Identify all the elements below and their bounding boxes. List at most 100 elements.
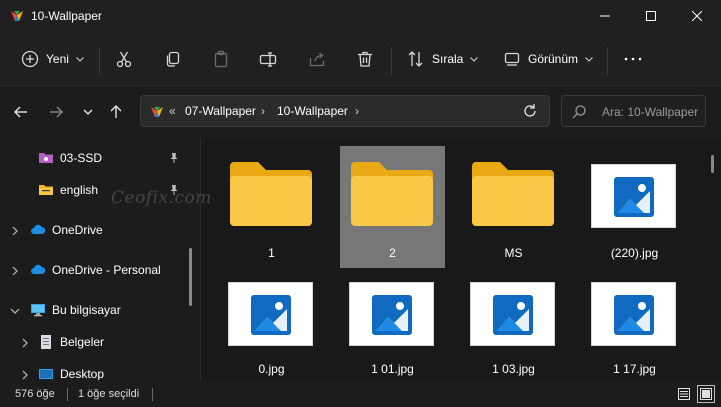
item-count: 576 öğe (15, 388, 55, 400)
sidebar-item-onedrive-personal[interactable]: OneDrive - Personal (0, 256, 188, 284)
rename-button[interactable] (259, 45, 277, 73)
sort-button[interactable]: Sırala (407, 45, 479, 73)
folder-icon (351, 162, 433, 226)
file-name: 1 01.jpg (371, 362, 414, 376)
delete-button[interactable] (356, 45, 374, 73)
view-button[interactable]: Görünüm (503, 45, 593, 73)
sidebar-item-label: OneDrive - Personal (52, 263, 161, 277)
image-file-icon (493, 295, 533, 335)
delete-icon (358, 51, 372, 67)
large-icons-view-icon (700, 388, 712, 400)
chevron-down-icon (470, 56, 479, 62)
file-item-image-1-17[interactable]: 1 17.jpg (582, 276, 687, 380)
copy-icon (166, 51, 180, 67)
watermark-text: Ceofix.com (111, 188, 212, 208)
breadcrumb-item-10-wallpaper[interactable]: 10-Wallpaper (277, 104, 348, 118)
folder-icon (472, 162, 554, 226)
recent-locations-button[interactable] (78, 102, 98, 122)
file-item-folder-1[interactable]: 1 (219, 146, 324, 268)
toolbar-separator (607, 47, 608, 75)
details-view-icon (678, 388, 690, 400)
file-item-folder-2[interactable]: 2 (340, 146, 445, 268)
file-item-image-0[interactable]: 0.jpg (219, 276, 324, 380)
new-button-label: Yeni (46, 52, 69, 66)
view-button-label: Görünüm (528, 52, 579, 66)
breadcrumb-item-07-wallpaper[interactable]: 07-Wallpaper (185, 104, 256, 118)
minimize-icon (600, 15, 610, 17)
sidebar-item-label: Bu bilgisayar (52, 303, 121, 317)
share-icon (309, 52, 325, 67)
image-file-icon (614, 177, 654, 217)
title-bar[interactable]: 10-Wallpaper (0, 0, 721, 32)
file-name: 2 (389, 246, 396, 260)
breadcrumb-overflow[interactable]: « (169, 104, 176, 118)
pin-icon (170, 153, 178, 163)
image-thumbnail (228, 282, 313, 346)
cut-button[interactable] (115, 45, 133, 73)
navigation-pane[interactable]: 03-SSD english OneDrive OneDrive - Perso… (0, 138, 200, 380)
command-bar: Yeni Sırala Görünüm (0, 32, 721, 86)
documents-icon (41, 335, 51, 349)
back-button[interactable] (11, 102, 31, 122)
file-item-folder-ms[interactable]: MS (461, 146, 566, 268)
chevron-down-icon (585, 56, 593, 62)
file-name: 0.jpg (258, 362, 285, 376)
breadcrumb-separator[interactable]: › (261, 104, 265, 118)
cloud-icon (31, 264, 46, 274)
new-button[interactable]: Yeni (21, 45, 84, 73)
file-item-image-1-03[interactable]: 1 03.jpg (461, 276, 566, 380)
computer-icon (31, 304, 45, 317)
large-icons-view-button[interactable] (697, 385, 715, 403)
up-arrow-icon (110, 105, 122, 118)
up-button[interactable] (106, 102, 126, 122)
rename-icon (259, 52, 277, 67)
sidebar-item-desktop[interactable]: Desktop (0, 360, 188, 380)
sidebar-item-onedrive[interactable]: OneDrive (0, 216, 188, 244)
maximize-button[interactable] (628, 0, 674, 32)
details-view-button[interactable] (675, 385, 693, 403)
breadcrumb-separator[interactable]: › (355, 104, 359, 118)
sidebar-item-label: 03-SSD (60, 151, 103, 165)
collapse-chevron-icon[interactable] (10, 305, 20, 315)
image-file-icon (614, 295, 654, 335)
sidebar-scrollbar[interactable] (189, 248, 192, 306)
folder-icon (230, 162, 312, 226)
content-scrollbar[interactable] (711, 155, 714, 173)
sidebar-item-label: english (60, 183, 99, 197)
sidebar-item-label: OneDrive (52, 223, 103, 237)
address-bar[interactable]: « 07-Wallpaper › 10-Wallpaper › (140, 95, 550, 127)
more-options-button[interactable] (623, 45, 643, 73)
file-item-image-220[interactable]: (220).jpg (582, 146, 687, 268)
paste-icon (214, 50, 228, 68)
share-button[interactable] (308, 45, 326, 73)
file-name: MS (504, 246, 523, 260)
toolbar-separator (391, 47, 392, 75)
file-item-image-1-01[interactable]: 1 01.jpg (340, 276, 445, 380)
image-thumbnail (591, 164, 676, 228)
image-file-icon (372, 295, 412, 335)
copy-button[interactable] (164, 45, 182, 73)
file-explorer-app-icon (11, 11, 23, 21)
sidebar-item-this-pc[interactable]: Bu bilgisayar (0, 296, 188, 324)
toolbar-separator (99, 47, 100, 75)
expand-chevron-icon[interactable] (20, 369, 30, 380)
forward-button[interactable] (46, 102, 66, 122)
refresh-button[interactable] (520, 101, 540, 121)
desktop-icon (39, 369, 53, 379)
sidebar-item-label: Belgeler (60, 335, 105, 349)
expand-chevron-icon[interactable] (10, 225, 20, 236)
status-separator (67, 388, 68, 401)
cut-icon (116, 51, 132, 68)
paste-button[interactable] (212, 45, 230, 73)
expand-chevron-icon[interactable] (20, 337, 30, 348)
expand-chevron-icon[interactable] (10, 265, 20, 276)
sidebar-item-belgeler[interactable]: Belgeler (0, 328, 188, 356)
file-name: (220).jpg (610, 246, 659, 260)
minimize-button[interactable] (582, 0, 628, 32)
sidebar-item-03-ssd[interactable]: 03-SSD (0, 144, 188, 172)
search-box[interactable]: Ara: 10-Wallpaper (561, 95, 706, 127)
status-bar: 576 öğe 1 öğe seçildi (0, 380, 721, 407)
sort-icon (408, 51, 423, 67)
file-list[interactable]: 1 2 MS (220).jpg 0.jpg 1 01.jpg 1 03.jpg… (201, 138, 721, 380)
close-button[interactable] (674, 0, 720, 32)
